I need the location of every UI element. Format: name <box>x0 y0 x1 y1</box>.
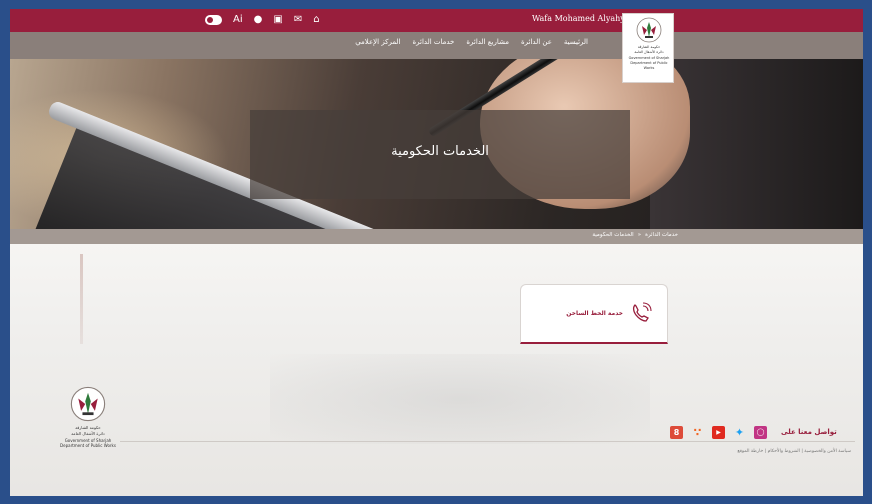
breadcrumb-separator: » <box>637 232 642 238</box>
background-city <box>270 354 650 444</box>
phone-icon <box>632 302 652 322</box>
breadcrumb-services-link[interactable]: خدمات الدائرة <box>645 232 678 238</box>
content-area <box>10 244 863 496</box>
footer-logo-ar-name: حكومة الشارقة <box>75 425 101 430</box>
nav-item-media-center[interactable]: المركز الإعلامي <box>355 38 400 46</box>
mail-icon[interactable]: ✉ <box>294 13 302 27</box>
toggle-icon[interactable] <box>205 15 222 25</box>
logo-ar-dept: دائرة الأشغال العامة <box>634 50 664 54</box>
rss-icon[interactable]: ∵ <box>691 426 704 439</box>
hero-title-box: الخدمات الحكومية <box>250 110 630 199</box>
top-bar-tools: Ai ● ▣ ✉ ⌂ <box>205 13 320 27</box>
twitter-icon[interactable]: ✦ <box>733 426 746 439</box>
emblem-icon <box>636 17 662 43</box>
footer-divider <box>120 441 855 442</box>
service-card-label: خدمة الخط الساخن <box>566 310 623 317</box>
main-navigation: الرئيسية عن الدائرة مشاريع الدائرة خدمات… <box>10 32 863 59</box>
site-logo[interactable]: حكومة الشارقة دائرة الأشغال العامة Gover… <box>622 13 674 83</box>
logo-ar-name: حكومة الشارقة <box>637 45 661 49</box>
nav-links: الرئيسية عن الدائرة مشاريع الدائرة خدمات… <box>355 38 588 46</box>
service-card-hotline[interactable]: خدمة الخط الساخن <box>520 284 668 344</box>
footer-logo-en-dept: Department of Public Works <box>60 443 116 448</box>
browser-viewport: Ai ● ▣ ✉ ⌂ Wafa Mohamed Alyahyaee الرئيس… <box>10 9 863 496</box>
emblem-icon <box>70 386 106 422</box>
contact-us-label: تواصل معنا على <box>781 428 837 436</box>
home-icon[interactable]: ⌂ <box>313 13 319 27</box>
nav-item-services[interactable]: خدمات الدائرة <box>413 38 455 46</box>
top-bar: Ai ● ▣ ✉ ⌂ Wafa Mohamed Alyahyaee <box>10 9 863 32</box>
logo-en-name: Government of Sharjah <box>628 56 670 60</box>
instagram-icon[interactable]: ◯ <box>754 426 767 439</box>
footer-links[interactable]: سياسة الأمن والخصوصية | الشروط والأحكام … <box>737 449 851 454</box>
nav-item-projects[interactable]: مشاريع الدائرة <box>466 38 509 46</box>
footer-logo[interactable]: حكومة الشارقة دائرة الأشغال العامة Gover… <box>58 386 118 461</box>
nav-item-home[interactable]: الرئيسية <box>564 38 588 46</box>
breadcrumb: الخدمات الحكومية » خدمات الدائرة <box>592 232 678 238</box>
breadcrumb-current: الخدمات الحكومية <box>592 232 634 238</box>
hero-banner: الخدمات الحكومية <box>10 59 863 229</box>
footer-logo-ar-dept: دائرة الأشغال العامة <box>71 431 105 436</box>
youtube-icon[interactable]: ▶ <box>712 426 725 439</box>
background-flag <box>80 254 83 344</box>
logo-en-dept: Department of Public Works <box>630 61 668 70</box>
google-plus-icon[interactable]: 8 <box>670 426 683 439</box>
page-title: الخدمات الحكومية <box>391 144 489 159</box>
nav-item-about[interactable]: عن الدائرة <box>521 38 552 46</box>
ai-icon[interactable]: Ai <box>233 13 243 27</box>
chat-icon[interactable]: ● <box>254 13 263 27</box>
document-icon[interactable]: ▣ <box>273 13 282 27</box>
breadcrumb-bar: الخدمات الحكومية » خدمات الدائرة <box>10 229 863 244</box>
social-links: 8 ∵ ▶ ✦ ◯ <box>670 426 767 439</box>
